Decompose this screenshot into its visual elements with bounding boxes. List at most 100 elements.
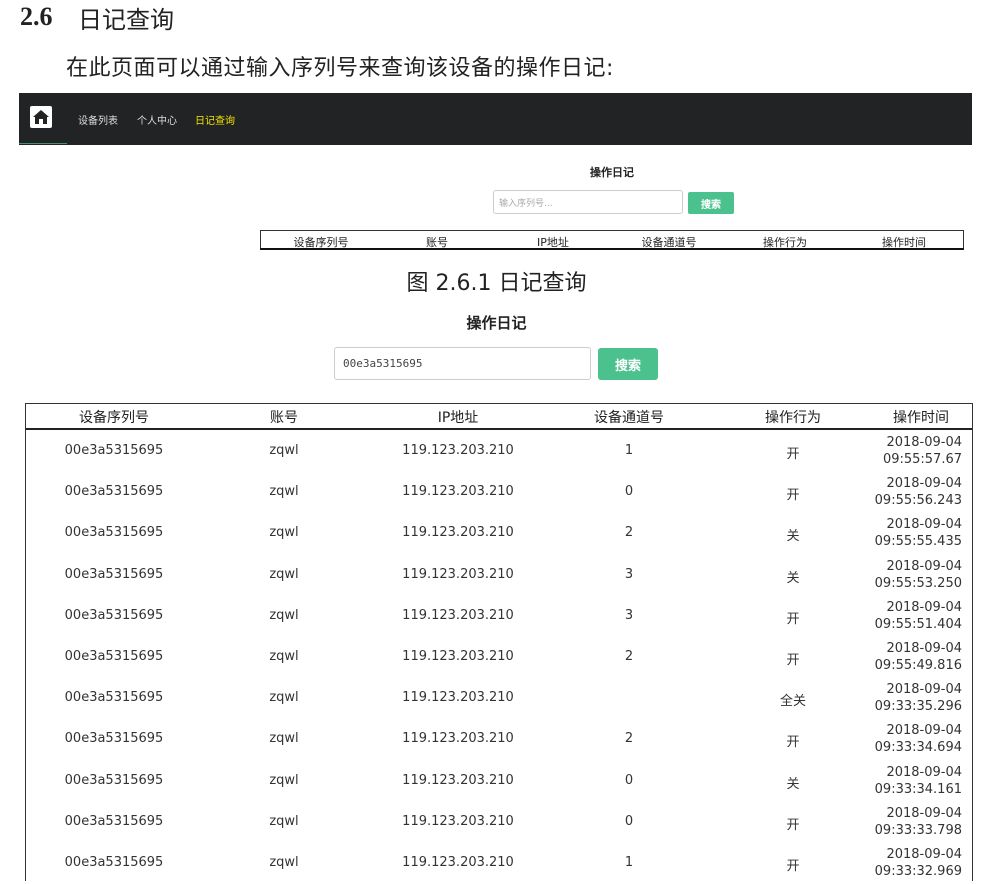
cell-channel: 0: [624, 484, 634, 500]
small-header-action: 操作行为: [763, 236, 807, 249]
cell-serial: 00e3a5315695: [64, 443, 164, 458]
cell-time-clock: 09:33:32.969: [874, 864, 962, 879]
cell-action: 开: [786, 859, 800, 874]
cell-ip: 119.123.203.210: [402, 690, 514, 706]
cell-time-clock: 09:55:51.404: [874, 616, 962, 632]
cell-ip: 119.123.203.210: [402, 813, 514, 829]
cell-account: zqwl: [269, 649, 299, 664]
home-icon: [33, 110, 49, 124]
cell-channel: 2: [624, 731, 634, 747]
cell-time: 2018-09-04 09:55:55.435: [875, 516, 962, 550]
nav-item-log-query[interactable]: 日记查询: [195, 112, 235, 127]
figure-caption: 图 2.6.1 日记查询: [406, 271, 587, 296]
cell-account: zqwl: [269, 855, 299, 870]
cell-serial: 00e3a5315695: [64, 813, 164, 829]
table-row: 00e3a5315695 zqwl 119.123.203.210 0 开 2018-09…: [26, 802, 972, 843]
table-row: 00e3a5315695 zqwl 119.123.203.210 全关 2018-09…: [26, 678, 972, 719]
cell-time-date: 2018-09-04: [886, 599, 962, 615]
cell-time: 2018-09-04 09:55:49.816: [875, 640, 962, 674]
cell-action: 开: [786, 447, 800, 462]
header-action: 操作行为: [765, 410, 821, 426]
cell-action: 开: [786, 653, 800, 668]
cell-channel: 2: [624, 649, 634, 664]
table-row: 00e3a5315695 zqwl 119.123.203.210 3 开 2018-09…: [26, 596, 972, 637]
cell-time-clock: 09:55:57.67: [882, 452, 962, 467]
cell-time: 2018-09-04 09:55:51.404: [875, 599, 962, 633]
cell-ip: 119.123.203.210: [402, 484, 514, 500]
cell-time-date: 2018-09-04: [886, 805, 962, 821]
cell-time: 2018-09-04 09:33:34.161: [875, 764, 962, 798]
small-search-input[interactable]: 输入序列号...: [493, 190, 683, 214]
cell-time-clock: 09:55:49.816: [874, 658, 962, 673]
log-table: 设备序列号 账号 IP地址 设备通道号 操作行为 操作时间 00e3a53156…: [25, 403, 973, 881]
cell-action: 关: [786, 529, 800, 545]
table-row: 00e3a5315695 zqwl 119.123.203.210 2 关 2018-09…: [26, 513, 972, 554]
cell-account: zqwl: [269, 731, 299, 747]
cell-action: 开: [786, 735, 800, 751]
cell-time-clock: 09:33:34.694: [874, 740, 962, 756]
cell-time-date: 2018-09-04: [886, 723, 962, 739]
header-serial: 设备序列号: [79, 410, 149, 426]
cell-channel: 3: [624, 607, 634, 623]
table-row: 00e3a5315695 zqwl 119.123.203.210 2 开 2018-09…: [26, 719, 972, 760]
small-header-account: 账号: [426, 236, 448, 249]
cell-serial: 00e3a5315695: [64, 484, 164, 500]
cell-channel: 3: [624, 566, 634, 582]
cell-time: 2018-09-04 09:33:35.296: [875, 681, 962, 715]
section-heading: 2.6 日记查询: [20, 0, 174, 34]
cell-serial: 00e3a5315695: [64, 690, 164, 706]
home-button[interactable]: [30, 106, 52, 128]
table-row: 00e3a5315695 zqwl 119.123.203.210 3 关 2018-09…: [26, 555, 972, 596]
cell-time-date: 2018-09-04: [886, 847, 962, 862]
cell-channel: 1: [624, 443, 634, 458]
cell-serial: 00e3a5315695: [64, 772, 164, 788]
cell-time-date: 2018-09-04: [886, 517, 962, 533]
small-header-time: 操作时间: [882, 236, 926, 249]
cell-time-date: 2018-09-04: [886, 558, 962, 574]
cell-time-date: 2018-09-04: [886, 764, 962, 780]
cell-serial: 00e3a5315695: [64, 731, 164, 747]
cell-time-date: 2018-09-04: [886, 641, 962, 656]
nav-active-indicator: [19, 143, 67, 144]
cell-ip: 119.123.203.210: [402, 443, 514, 458]
cell-ip: 119.123.203.210: [402, 566, 514, 582]
cell-time: 2018-09-04 09:55:53.250: [875, 558, 962, 592]
intro-paragraph: 在此页面可以通过输入序列号来查询该设备的操作日记:: [66, 56, 614, 81]
cell-serial: 00e3a5315695: [64, 607, 164, 623]
cell-account: zqwl: [269, 772, 299, 788]
nav-item-device-list[interactable]: 设备列表: [78, 112, 118, 127]
small-search-button[interactable]: 搜索: [688, 192, 734, 214]
cell-action: 开: [786, 488, 800, 504]
small-header-ip: IP地址: [537, 236, 569, 249]
page-title: 操作日记: [466, 314, 527, 332]
cell-time: 2018-09-04 09:33:34.694: [875, 722, 962, 756]
table-row: 00e3a5315695 zqwl 119.123.203.210 1 开 2018-09…: [26, 843, 972, 884]
cell-time: 2018-09-04 09:55:56.243: [875, 475, 962, 509]
cell-ip: 119.123.203.210: [402, 855, 514, 870]
table-row: 00e3a5315695 zqwl 119.123.203.210 2 开 2018-09…: [26, 637, 972, 678]
header-time: 操作时间: [893, 410, 949, 426]
cell-channel: 1: [624, 855, 634, 870]
cell-serial: 00e3a5315695: [64, 566, 164, 582]
cell-serial: 00e3a5315695: [64, 649, 164, 664]
search-button[interactable]: 搜索: [598, 348, 658, 380]
nav-item-personal-center[interactable]: 个人中心: [137, 112, 177, 127]
cell-time: 2018-09-04 09:55:57.67: [883, 434, 962, 468]
cell-action: 全关: [779, 694, 807, 710]
cell-account: zqwl: [269, 813, 299, 829]
cell-account: zqwl: [269, 484, 299, 500]
small-page-title: 操作日记: [590, 166, 634, 179]
header-channel: 设备通道号: [594, 410, 664, 426]
cell-ip: 119.123.203.210: [402, 525, 514, 541]
cell-time: 2018-09-04 09:33:32.969: [875, 846, 962, 880]
small-table-header: 设备序列号 账号 IP地址 设备通道号 操作行为 操作时间: [260, 230, 964, 250]
header-account: 账号: [270, 410, 298, 426]
small-header-serial: 设备序列号: [293, 236, 349, 249]
cell-channel: 2: [624, 525, 634, 541]
cell-action: 开: [786, 817, 800, 833]
cell-account: zqwl: [269, 690, 299, 706]
cell-time-date: 2018-09-04: [886, 476, 962, 492]
cell-time-clock: 09:33:35.296: [874, 699, 962, 715]
cell-time-date: 2018-09-04: [886, 682, 962, 698]
search-input[interactable]: 00e3a5315695: [334, 347, 591, 380]
